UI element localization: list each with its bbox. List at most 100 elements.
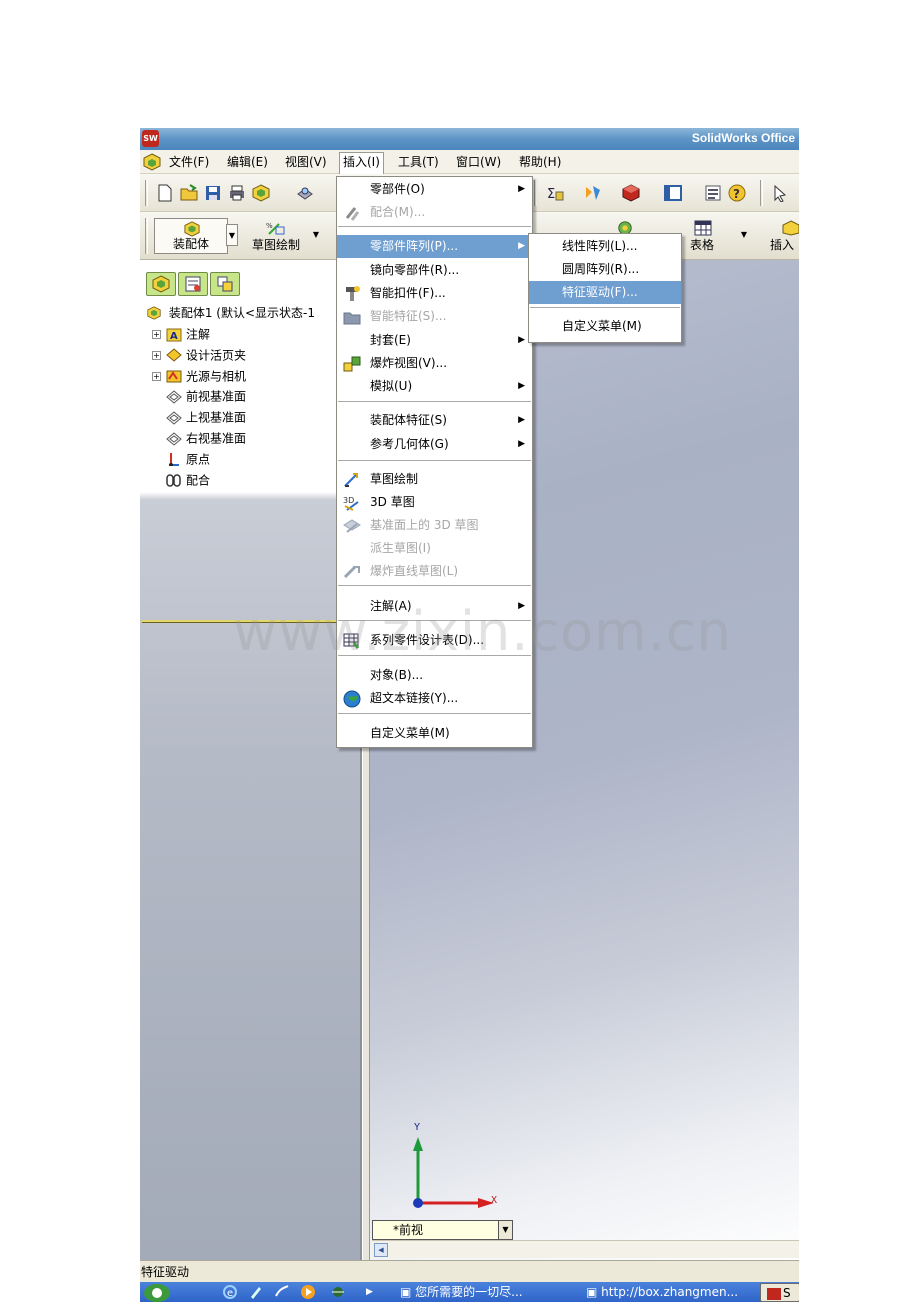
- quick-launch-icon[interactable]: [330, 1284, 346, 1300]
- feature-manager-panel: 装配体1 (默认<显示状态-1 + A 注解 + 设计活页夹 + 光源与相机 前视基准面 上视基…: [140, 260, 362, 1260]
- insert-menu-item: 智能特征(S)...: [337, 305, 532, 328]
- configuration-manager-tab[interactable]: [210, 272, 240, 296]
- insert-menu-item[interactable]: 智能扣件(F)...: [337, 282, 532, 305]
- sketch-tab-button[interactable]: % 草图绘制: [242, 218, 310, 254]
- insert-menu-item[interactable]: 超文本链接(Y)...: [337, 687, 532, 710]
- expand-toggle-icon[interactable]: +: [152, 371, 161, 381]
- insert-menu-item[interactable]: 3D 3D 草图: [337, 491, 532, 514]
- insert-menu-item[interactable]: 对象(B)...: [337, 664, 532, 687]
- tree-rollback-bar[interactable]: [142, 620, 360, 623]
- assembly-dropdown-arrow[interactable]: ▼: [226, 224, 238, 246]
- tree-item[interactable]: 右视基准面: [152, 428, 246, 448]
- insert-menu-item[interactable]: 零部件(O) ▶: [337, 178, 532, 201]
- insert-menu-item[interactable]: 系列零件设计表(D)...: [337, 629, 532, 652]
- svg-text:e: e: [227, 1288, 233, 1299]
- insert-menu-item[interactable]: 镜向零部件(R)...: [337, 259, 532, 282]
- tree-item-label: 设计活页夹: [186, 348, 247, 363]
- pattern-submenu-item[interactable]: 圆周阵列(R)...: [529, 258, 681, 281]
- ie-icon[interactable]: e: [222, 1284, 238, 1300]
- model-tab-scrollbar[interactable]: ◀: [372, 1240, 799, 1258]
- insert-label: 插入: [770, 238, 795, 252]
- assembly-tab-button[interactable]: 装配体: [154, 218, 228, 254]
- tree-item[interactable]: 原点: [152, 449, 210, 469]
- mate-icon: [345, 207, 360, 221]
- menu-item-label: 超文本链接(Y)...: [370, 691, 459, 705]
- window-icon[interactable]: [664, 184, 682, 202]
- svg-text:3D: 3D: [343, 496, 354, 505]
- toolbar-grip[interactable]: [145, 180, 148, 206]
- quick-launch-icon[interactable]: [248, 1284, 264, 1300]
- pattern-submenu-item[interactable]: 自定义菜单(M): [529, 315, 681, 338]
- print-icon[interactable]: [228, 184, 246, 202]
- insert-menu-item[interactable]: 草图绘制: [337, 468, 532, 491]
- menu-tools[interactable]: 工具(T): [395, 153, 442, 171]
- tree-item[interactable]: 前视基准面: [152, 386, 246, 406]
- select-tool-icon[interactable]: [772, 184, 790, 202]
- menu-help[interactable]: 帮助(H): [516, 153, 564, 171]
- insert-menu-item[interactable]: 注解(A) ▶: [337, 595, 532, 618]
- properties-icon[interactable]: [704, 184, 722, 202]
- tree-item[interactable]: 上视基准面: [152, 407, 246, 427]
- toolbar-grip[interactable]: [145, 218, 148, 254]
- tree-item-label: 原点: [186, 452, 211, 467]
- insert-menu-item[interactable]: 爆炸视图(V)...: [337, 352, 532, 375]
- menu-window[interactable]: 窗口(W): [453, 153, 504, 171]
- insert-menu-item[interactable]: 封套(E) ▶: [337, 329, 532, 352]
- table-label: 表格: [689, 238, 714, 252]
- pattern-submenu-item[interactable]: 特征驱动(F)...: [529, 281, 681, 304]
- tree-root-assembly[interactable]: 装配体1 (默认<显示状态-1: [146, 304, 315, 321]
- start-button-icon[interactable]: [142, 1283, 172, 1302]
- quick-launch-icon[interactable]: [274, 1284, 290, 1300]
- menu-file[interactable]: 文件(F): [166, 153, 212, 171]
- help-icon[interactable]: ?: [728, 184, 746, 202]
- media-player-icon[interactable]: [300, 1284, 316, 1300]
- taskbar-item[interactable]: ▣ http://box.zhangmen...: [582, 1283, 752, 1302]
- solidworks-logo-icon[interactable]: SW: [142, 130, 159, 147]
- solidworks-logo-icon: [767, 1287, 781, 1300]
- assembly-icon[interactable]: [252, 184, 270, 202]
- open-folder-icon[interactable]: [180, 184, 198, 202]
- menu-item-label: 特征驱动(F)...: [562, 285, 638, 299]
- menu-insert[interactable]: 插入(I): [339, 152, 384, 174]
- expand-toggle-icon[interactable]: +: [152, 330, 161, 339]
- insert-menu-item[interactable]: 自定义菜单(M): [337, 722, 532, 745]
- taskbar-item-active[interactable]: S: [760, 1283, 799, 1302]
- table-dropdown-arrow[interactable]: ▼: [738, 224, 750, 246]
- taskbar-item[interactable]: ▣ 您所需要的一切尽...: [396, 1283, 568, 1302]
- insert-menu-item[interactable]: 装配体特征(S) ▶: [337, 409, 532, 432]
- tree-item[interactable]: 配合: [152, 470, 210, 490]
- print-preview-icon[interactable]: [296, 184, 314, 202]
- view-name-dropdown[interactable]: *前视 ▼: [372, 1220, 513, 1240]
- tree-item[interactable]: + 光源与相机: [152, 366, 246, 386]
- insert-menu-item[interactable]: 参考几何体(G) ▶: [337, 433, 532, 456]
- insert-menu-item[interactable]: 零部件阵列(P)... ▶: [337, 235, 532, 258]
- pattern-submenu-item[interactable]: 线性阵列(L)...: [529, 235, 681, 258]
- insert-menu-item[interactable]: 模拟(U) ▶: [337, 375, 532, 398]
- menu-view[interactable]: 视图(V): [282, 153, 330, 171]
- chevron-down-icon[interactable]: ▼: [498, 1221, 512, 1239]
- taskbar-expand-icon[interactable]: ▶: [366, 1283, 384, 1302]
- solidworks-logo-icon[interactable]: [143, 153, 161, 171]
- insert-button[interactable]: 插入: [768, 218, 799, 254]
- menu-edit[interactable]: 编辑(E): [224, 153, 271, 171]
- axis-x-label: X: [491, 1195, 498, 1206]
- menu-separator: [338, 713, 531, 715]
- menu-item-label: 模拟(U): [370, 379, 413, 393]
- sum-icon[interactable]: Σ: [546, 184, 564, 202]
- insert-menu: 零部件(O) ▶ 配合(M)... 零部件阵列(P)... ▶ 镜向零部件(R)... 智能…: [336, 176, 533, 748]
- new-document-icon[interactable]: [156, 184, 174, 202]
- tree-item[interactable]: + 设计活页夹: [152, 345, 246, 365]
- feature-manager-tab[interactable]: [146, 272, 176, 296]
- plane-icon: [166, 411, 182, 425]
- menu-separator: [338, 401, 531, 403]
- table-button[interactable]: 表格: [686, 218, 718, 254]
- tree-item[interactable]: + A 注解: [152, 324, 210, 344]
- property-manager-tab[interactable]: [178, 272, 208, 296]
- part-icon[interactable]: [622, 184, 640, 202]
- save-icon[interactable]: [204, 184, 222, 202]
- scroll-left-icon[interactable]: ◀: [374, 1243, 388, 1257]
- insert-menu-item: 派生草图(I): [337, 537, 532, 560]
- sketch-dropdown-arrow[interactable]: ▼: [310, 224, 322, 246]
- explode-icon[interactable]: [584, 184, 602, 202]
- expand-toggle-icon[interactable]: +: [152, 350, 161, 360]
